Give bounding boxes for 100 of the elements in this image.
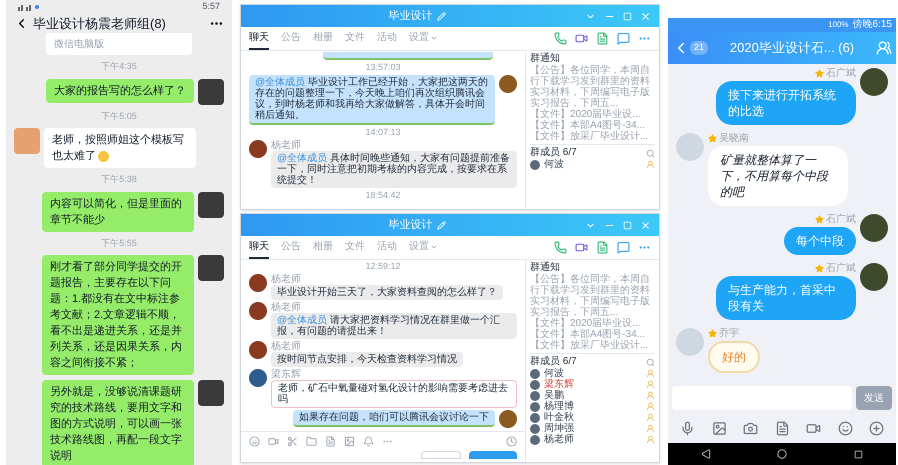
tab[interactable]: 相册 <box>313 27 333 50</box>
home-icon[interactable] <box>777 449 788 459</box>
folder-icon[interactable] <box>306 436 317 447</box>
tab[interactable]: 活动 <box>377 236 397 259</box>
sender-name: 杨老师 <box>271 274 302 285</box>
avatar <box>676 328 704 356</box>
notice-item[interactable]: 【公告】各位同学，本周自行下载学习发到群里的资料实习材料，下周编写电子版实习报告，下周五... <box>530 65 655 109</box>
document-icon[interactable] <box>596 241 609 254</box>
bell-icon[interactable] <box>363 436 374 447</box>
maximize-icon[interactable] <box>623 220 632 230</box>
timestamp: 12:59:12 <box>365 261 401 272</box>
send-button[interactable]: 发送 <box>856 386 892 410</box>
timestamp: 下午5:38 <box>101 173 137 186</box>
member-name[interactable]: 何波 <box>544 368 564 379</box>
recents-icon[interactable] <box>854 450 863 458</box>
tab[interactable]: 聊天 <box>249 27 269 50</box>
avatar <box>14 128 40 154</box>
member-name[interactable]: 吴鹏 <box>544 390 564 401</box>
scissors-icon[interactable] <box>287 436 298 447</box>
send-button[interactable] <box>469 451 517 459</box>
tab[interactable]: 聊天 <box>249 236 269 259</box>
member-name[interactable]: 杨老师 <box>544 434 574 445</box>
image-icon[interactable] <box>712 420 726 436</box>
emoji-icon <box>98 150 109 162</box>
document-icon[interactable] <box>774 420 790 436</box>
edit-icon[interactable] <box>436 220 446 230</box>
message-bubble: @全体成员 毕业设计工作已经开始，大家把这两天的存在的问题整理一下，今天晚上咱们再次组织腾讯会议，到时杨老师和我再给大家做解答，具体开会时间稍后通知。 <box>249 75 495 125</box>
timestamp: 下午5:55 <box>101 236 137 250</box>
emoji-icon[interactable] <box>249 436 260 447</box>
notice-item[interactable]: 【文件】本部A4图号-34... <box>530 120 655 131</box>
tab[interactable]: 设置 <box>409 27 438 50</box>
member-name[interactable]: 叶金秋 <box>544 412 574 423</box>
member-name[interactable]: 何波 <box>544 159 564 170</box>
back-nav-icon[interactable] <box>701 449 712 459</box>
sender-name: 石广斌 <box>826 68 856 79</box>
user-icon <box>646 369 655 378</box>
message-icon[interactable] <box>617 241 630 254</box>
star-icon <box>815 69 824 78</box>
avatar <box>676 133 704 161</box>
star-icon <box>815 215 824 224</box>
member-name[interactable]: 梁东辉 <box>544 379 574 390</box>
user-icon <box>646 424 655 433</box>
history-icon[interactable] <box>506 436 517 447</box>
timestamp: 13:57:03 <box>365 62 401 73</box>
sender-name: 吴晓南 <box>719 133 749 144</box>
close-icon[interactable] <box>640 10 651 22</box>
notice-item[interactable]: 【文件】2020届毕业设... <box>530 318 655 329</box>
close-icon[interactable] <box>640 220 651 230</box>
notice-item[interactable]: 【文件】本部A4图号-34... <box>530 329 655 340</box>
document-icon[interactable] <box>325 436 336 447</box>
tab[interactable]: 公告 <box>281 27 301 50</box>
notice-item[interactable]: 【文件】2020届毕业设... <box>530 109 655 120</box>
tab[interactable]: 活动 <box>377 27 397 50</box>
phone-icon[interactable] <box>554 241 567 254</box>
group-icon[interactable] <box>876 40 892 56</box>
tab[interactable]: 公告 <box>281 236 301 259</box>
star-icon <box>708 134 717 143</box>
video-icon[interactable] <box>575 32 588 45</box>
chat-title: 毕业设计杨震老师组(8) <box>33 14 166 33</box>
message-bubble: 与生产能力，首采中段有关 <box>716 276 856 320</box>
member-name[interactable]: 杨理博 <box>544 401 574 412</box>
sender-name: 杨老师 <box>271 341 302 352</box>
avatar <box>860 214 888 242</box>
microphone-icon[interactable] <box>680 420 695 436</box>
notice-item[interactable]: 【公告】各位同学，本周自行下载学习发到群里的资料实习材料，下周编写电子版实习报告，下周五... <box>530 274 655 318</box>
chat-title: 2020毕业设计石... (6) <box>728 39 856 58</box>
avatar <box>249 302 267 320</box>
user-icon <box>646 380 655 389</box>
message-bubble: 内容可以简化，但是里面的章节不能少 <box>42 192 194 232</box>
message-bubble: 矿量就整体算了一下，不用算每个中段的吧 <box>708 146 848 206</box>
sender-name: 石广斌 <box>826 263 856 274</box>
unread-count: 21 <box>690 41 708 55</box>
panel-heading: 群通知 <box>530 262 561 274</box>
member-name[interactable]: 周坤强 <box>544 423 574 434</box>
search-icon[interactable] <box>646 148 655 158</box>
sender-name: 乔宇 <box>719 328 739 339</box>
sender-name: 梁东辉 <box>271 369 302 380</box>
emoji-icon[interactable] <box>838 420 852 436</box>
edit-icon[interactable] <box>436 12 446 20</box>
phone-icon[interactable] <box>554 32 567 45</box>
notice-item[interactable]: 【文件】放采厂毕业设计... <box>530 340 655 351</box>
message-icon[interactable] <box>617 32 630 45</box>
image-icon[interactable] <box>344 436 355 447</box>
close-button[interactable] <box>421 451 461 459</box>
panel-heading: 群成员 6/7 <box>530 147 577 158</box>
avatar <box>249 274 267 292</box>
avatar <box>198 192 224 218</box>
tab[interactable]: 相册 <box>313 236 333 259</box>
notice-item[interactable]: 【文件】放采厂毕业设计... <box>530 131 655 142</box>
camera-icon[interactable] <box>743 420 758 436</box>
document-icon[interactable] <box>596 32 609 45</box>
video-icon[interactable] <box>575 241 588 254</box>
tab[interactable]: 文件 <box>345 27 365 50</box>
tab[interactable]: 文件 <box>345 236 365 259</box>
add-icon[interactable] <box>869 420 884 436</box>
tab[interactable]: 设置 <box>409 236 438 259</box>
search-icon[interactable] <box>646 358 655 366</box>
maximize-icon[interactable] <box>623 12 632 20</box>
message-bubble: 好的 <box>708 341 760 373</box>
star-icon <box>708 329 717 338</box>
